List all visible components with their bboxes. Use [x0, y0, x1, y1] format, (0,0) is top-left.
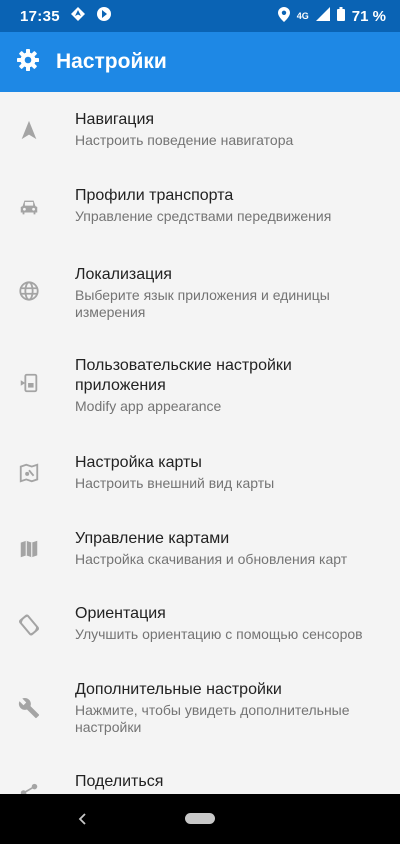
item-title: Профили транспорта	[75, 187, 234, 204]
location-icon	[277, 6, 290, 26]
battery-icon	[336, 7, 345, 25]
navigation-notification-icon	[70, 6, 86, 26]
system-nav-bar	[0, 794, 400, 844]
signal-icon	[315, 7, 330, 25]
status-time: 17:35	[20, 7, 60, 25]
item-title: Локализация	[75, 266, 172, 283]
back-icon[interactable]	[76, 810, 90, 828]
wrench-icon	[16, 695, 42, 721]
item-title: Навигация	[75, 111, 155, 128]
page-title: Настройки	[56, 50, 167, 73]
settings-item-navigation[interactable]: Навигация Настроить поведение навигатора	[0, 92, 400, 166]
item-subtitle: Настройка скачивания и обновления карт	[75, 551, 348, 567]
item-subtitle: Нажмите, чтобы увидеть дополнительные на…	[75, 702, 350, 735]
item-subtitle: Управление средствами передвижения	[75, 208, 332, 224]
settings-item-map-style[interactable]: Настройка карты Настроить внешний вид ка…	[0, 436, 400, 510]
settings-item-localization[interactable]: Локализация Выберите язык приложения и е…	[0, 248, 400, 332]
car-icon	[16, 194, 42, 220]
home-button[interactable]	[185, 813, 215, 824]
network-type-label: 4G	[296, 11, 309, 21]
battery-percent: 71 %	[351, 7, 386, 25]
item-title: Пользовательские настройки приложения	[75, 357, 292, 394]
screen-rotation-icon	[16, 612, 42, 638]
item-title: Поделиться	[75, 773, 164, 790]
item-subtitle: Modify app appearance	[75, 398, 222, 414]
navigation-arrow-icon	[16, 117, 42, 143]
settings-item-app-customization[interactable]: Пользовательские настройки приложения Mo…	[0, 340, 400, 424]
app-customize-icon	[16, 370, 42, 396]
item-subtitle: Настроить поведение навигатора	[75, 132, 294, 148]
settings-item-orientation[interactable]: Ориентация Улучшить ориентацию с помощью…	[0, 588, 400, 662]
item-title: Дополнительные настройки	[75, 681, 282, 698]
map-style-icon	[16, 460, 42, 486]
status-bar: 17:35 4G 71 %	[0, 0, 400, 32]
map-icon	[16, 536, 42, 562]
item-subtitle: Выберите язык приложения и единицы измер…	[75, 287, 330, 320]
app-bar: Настройки	[0, 32, 400, 92]
settings-item-map-management[interactable]: Управление картами Настройка скачивания …	[0, 512, 400, 586]
item-title: Управление картами	[75, 530, 230, 547]
item-title: Ориентация	[75, 605, 166, 622]
item-subtitle: Настроить внешний вид карты	[75, 475, 275, 491]
app-notification-icon	[96, 6, 112, 26]
item-subtitle: Улучшить ориентацию с помощью сенсоров	[75, 626, 363, 642]
item-title: Настройка карты	[75, 454, 202, 471]
globe-icon	[16, 278, 42, 304]
settings-item-vehicle-profiles[interactable]: Профили транспорта Управление средствами…	[0, 168, 400, 244]
gear-icon	[16, 48, 40, 77]
settings-item-advanced[interactable]: Дополнительные настройки Нажмите, чтобы …	[0, 666, 400, 750]
